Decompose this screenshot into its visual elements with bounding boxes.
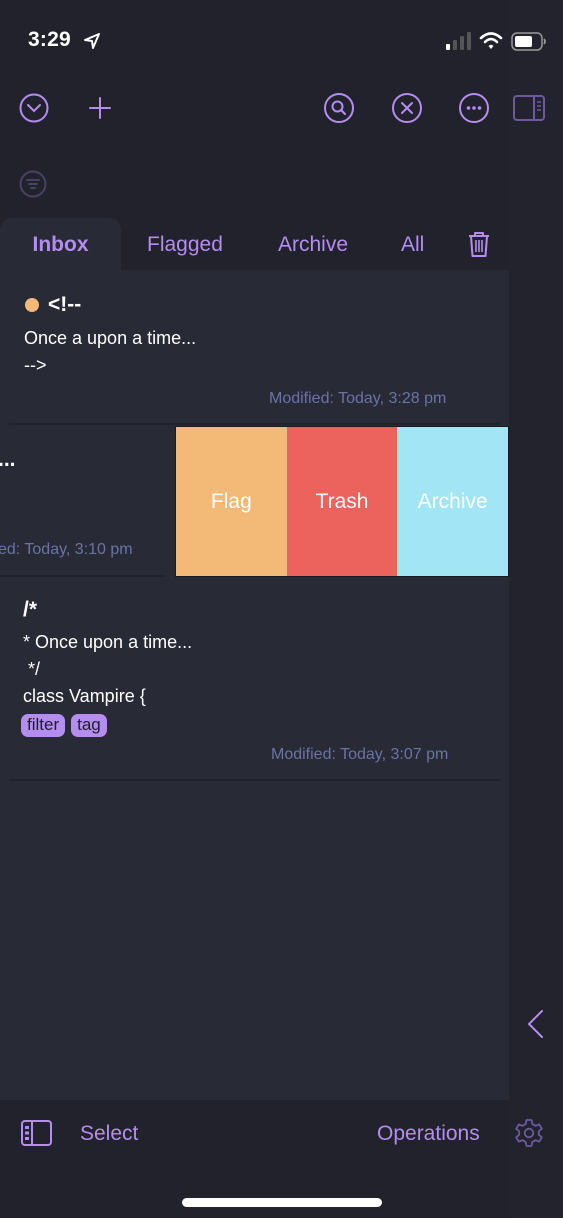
note-modified-date: Modified: Today, 3:07 pm xyxy=(271,746,449,763)
note-title: ... xyxy=(0,448,16,471)
trash-button[interactable]: Trash xyxy=(286,427,398,576)
sidebar-right-icon[interactable] xyxy=(513,94,545,122)
note-modified-date: Modified: Today, 3:28 pm xyxy=(269,390,447,407)
note-modified-date: ed: Today, 3:10 pm xyxy=(0,541,133,558)
chevron-down-circle-icon[interactable] xyxy=(18,92,50,124)
wifi-icon xyxy=(479,31,503,51)
more-circle-icon[interactable] xyxy=(458,92,490,124)
note-preview-line: Once a upon a time... xyxy=(24,328,197,348)
note-title: /* xyxy=(23,598,38,621)
note-preview-line: * Once upon a time... xyxy=(23,632,193,652)
tab-flagged[interactable]: Flagged xyxy=(147,218,223,270)
divider xyxy=(9,779,500,781)
divider xyxy=(0,575,166,577)
gear-icon[interactable] xyxy=(513,1117,545,1149)
trash-icon[interactable] xyxy=(466,230,492,258)
archive-button[interactable]: Archive xyxy=(397,427,509,576)
note-title: <!-- xyxy=(48,293,82,316)
tab-archive[interactable]: Archive xyxy=(278,218,348,270)
cellular-signal-icon xyxy=(445,32,473,50)
status-time: 3:29 xyxy=(28,28,71,51)
battery-icon xyxy=(511,32,547,51)
close-circle-icon[interactable] xyxy=(391,92,423,124)
tag-list: filter tag xyxy=(21,714,107,737)
plus-icon[interactable] xyxy=(84,92,116,124)
select-button[interactable]: Select xyxy=(80,1122,138,1146)
status-bar: 3:29 xyxy=(0,0,563,80)
note-preview-line: class Vampire { xyxy=(23,686,146,706)
location-arrow-icon xyxy=(82,31,102,51)
note-tabs: Inbox Flagged Archive All xyxy=(0,218,509,270)
note-preview-line: --> xyxy=(24,355,47,375)
tag-chip[interactable]: filter xyxy=(21,714,66,737)
chevron-left-icon[interactable] xyxy=(524,1008,546,1040)
tab-inbox[interactable]: Inbox xyxy=(0,218,121,270)
divider xyxy=(9,423,500,425)
sidebar-left-icon[interactable] xyxy=(21,1120,52,1146)
swipe-actions: Flag Trash Archive xyxy=(175,426,509,577)
operations-button[interactable]: Operations xyxy=(377,1122,480,1146)
filter-circle-icon[interactable] xyxy=(18,169,48,199)
flag-dot xyxy=(25,298,39,312)
tag-chip[interactable]: tag xyxy=(71,714,107,737)
tab-all[interactable]: All xyxy=(401,218,424,270)
home-indicator[interactable] xyxy=(182,1198,382,1207)
note-preview-line: */ xyxy=(23,659,41,679)
search-circle-icon[interactable] xyxy=(323,92,355,124)
flag-button[interactable]: Flag xyxy=(176,427,287,576)
